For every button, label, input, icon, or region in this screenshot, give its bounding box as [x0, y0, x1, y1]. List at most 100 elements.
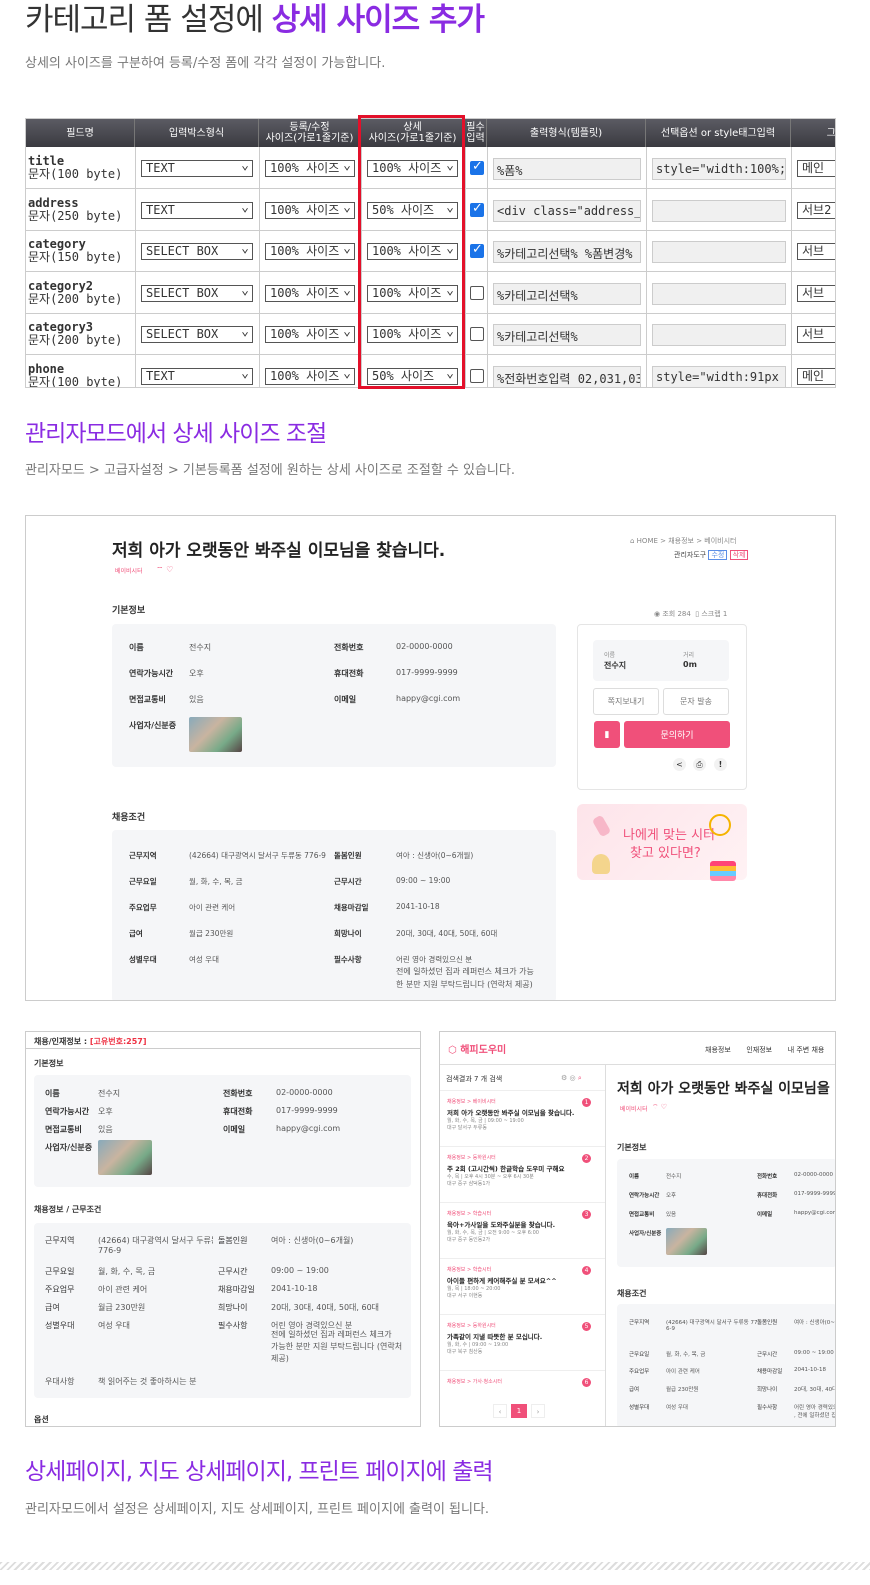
option-input[interactable]: style="width:100%;" — [652, 158, 786, 180]
send-sms-button[interactable]: 문자 발송 — [663, 688, 729, 715]
settings-icon[interactable]: ⚙ ◎ ⌕ — [561, 1074, 582, 1083]
group-select[interactable]: 서브 — [797, 284, 835, 302]
register-size-select[interactable]: 100% 사이즈 — [265, 284, 355, 302]
info-label: 이름 — [629, 1174, 640, 1180]
info-value: 있음 — [98, 1125, 113, 1134]
info-value: happy@cgi.com — [276, 1124, 341, 1133]
group-select[interactable]: 서브 — [797, 326, 835, 343]
info-value: 전수지 — [189, 643, 212, 652]
col-header: 그룹 — [791, 119, 835, 147]
print-icon[interactable]: ⎙ — [693, 758, 706, 771]
print-header: 채용/인재정보 : [고유번호:257] — [34, 1037, 147, 1046]
info-label: 이메일 — [223, 1125, 246, 1134]
info-value: 어린 영아 경력있으 — [794, 1405, 836, 1411]
list-item-sub: 대구 서구 이현동 — [447, 1293, 483, 1299]
register-size-select[interactable]: 100% 사이즈 — [265, 160, 355, 177]
info-label: 채용마감일 — [218, 1285, 255, 1294]
required-checkbox[interactable] — [470, 242, 484, 258]
divider — [0, 1562, 870, 1570]
site-logo[interactable]: ⬡ 해피도우미 — [448, 1041, 506, 1056]
option-input[interactable] — [652, 282, 786, 305]
template-input[interactable]: %카테고리선택% %폼변경% — [493, 241, 641, 263]
template-input[interactable]: %카테고리선택% — [493, 282, 641, 305]
input-type-select[interactable]: TEXT — [141, 160, 253, 177]
info-label: 사업자/신분증 — [629, 1231, 662, 1237]
option-input[interactable]: style="width:91px !impo — [652, 365, 786, 387]
info-value: (42664) 대구광역시 달서구 두류동 77 — [666, 1320, 758, 1326]
search-result-count: 검색결과 7 개 검색 — [446, 1075, 503, 1083]
share-icon[interactable]: < — [673, 758, 686, 771]
inquiry-button[interactable]: 문의하기 — [624, 721, 730, 748]
nav-talent[interactable]: 인재정보 — [746, 1046, 772, 1054]
edit-button[interactable]: 수정 — [708, 550, 728, 560]
input-type-select[interactable]: TEXT — [141, 367, 253, 385]
template-input[interactable]: %카테고리선택% — [493, 324, 641, 346]
nav-jobs[interactable]: 채용정보 — [705, 1046, 731, 1054]
register-size-select[interactable]: 100% 사이즈 — [265, 243, 355, 260]
field-type: 문자(100 byte) — [28, 167, 123, 181]
report-icon[interactable]: ! — [714, 758, 727, 771]
required-checkbox[interactable] — [470, 285, 484, 300]
info-label: 성별우대 — [45, 1321, 75, 1330]
info-label: 성별우대 — [629, 1405, 650, 1411]
view-count: ◉ 조회 284 ▯ 스크랩 1 — [654, 610, 728, 618]
info-label: 근무시간 — [757, 1352, 778, 1358]
info-label: 근무지역 — [45, 1236, 75, 1245]
field-name: phone — [28, 361, 65, 376]
field-type: 문자(250 byte) — [28, 208, 123, 223]
list-item-sub: 대구 달서구 두류동 — [447, 1125, 487, 1131]
prev-page-button[interactable]: ‹ — [493, 1404, 507, 1418]
register-size-select[interactable]: 100% 사이즈 — [265, 367, 355, 385]
option-input[interactable] — [652, 324, 786, 346]
distance-value: 0m — [683, 660, 697, 669]
field-name-cell: title 문자(100 byte) — [28, 155, 122, 181]
delete-button[interactable]: 삭제 — [729, 550, 749, 560]
top-nav: 채용정보 인재정보 내 주변 채용 — [705, 1045, 824, 1055]
option-input[interactable] — [652, 241, 786, 263]
id-card-image — [666, 1228, 707, 1255]
list-item-tag: 채용정보 > 등하원시터 — [447, 1323, 496, 1329]
required-checkbox[interactable] — [470, 327, 484, 341]
field-name-cell: category2 문자(200 byte) — [28, 278, 122, 306]
register-size-select[interactable]: 100% 사이즈 — [265, 326, 355, 343]
info-label: 이메일 — [757, 1212, 773, 1218]
info-value: 여아 : 신생아(0~6 — [794, 1320, 836, 1326]
input-type-select[interactable]: TEXT — [141, 201, 253, 219]
group-select[interactable]: 메인 — [797, 160, 835, 177]
info-value: 02-0000-0000 — [396, 642, 453, 651]
info-value: 20대, 30대, 40대, 50대, 60대 — [396, 929, 498, 938]
input-type-select[interactable]: SELECT BOX — [141, 284, 253, 302]
info-value: 09:00 ~ 19:00 — [271, 1266, 329, 1275]
option-input[interactable] — [652, 199, 786, 222]
field-name: category2 — [28, 278, 94, 293]
next-page-button[interactable]: › — [531, 1404, 545, 1418]
info-label: 연락가능시간 — [129, 669, 174, 678]
field-type: 문자(200 byte) — [28, 333, 123, 347]
bookmark-button[interactable]: ▮ — [594, 721, 620, 748]
info-label: 면접교통비 — [45, 1125, 82, 1134]
input-type-select[interactable]: SELECT BOX — [141, 243, 253, 260]
field-name-cell: phone 문자(100 byte) — [28, 361, 122, 387]
list-item-number: 4 — [582, 1266, 591, 1275]
send-message-button[interactable]: 쪽지보내기 — [593, 688, 659, 715]
group-select[interactable]: 서브2 — [797, 201, 835, 219]
template-input[interactable]: %전화번호입력 02,031,032, — [493, 365, 641, 387]
list-item-title: 저희 아가 오랫동안 봐주실 이모님을 찾습니다. — [447, 1109, 575, 1117]
preference-value: 책 읽어주는 것 좋아하시는 분 — [98, 1377, 197, 1386]
required-checkbox[interactable] — [470, 368, 484, 383]
group-select[interactable]: 메인 — [797, 367, 835, 385]
template-input[interactable]: <div class="address_01 p — [493, 199, 641, 222]
info-value: 여성 우대 — [666, 1405, 688, 1411]
group-select[interactable]: 서브 — [797, 243, 835, 260]
page-1-button[interactable]: 1 — [511, 1404, 527, 1418]
required-checkbox[interactable] — [470, 159, 484, 175]
template-input[interactable]: %폼% — [493, 158, 641, 180]
info-label: 근무시간 — [218, 1267, 248, 1276]
col-header: 입력박스형식 — [135, 119, 259, 147]
required-checkbox[interactable] — [470, 201, 484, 217]
register-size-select[interactable]: 100% 사이즈 — [265, 201, 355, 219]
info-label: 필수사항 — [757, 1405, 778, 1411]
nav-nearby[interactable]: 내 주변 채용 — [788, 1046, 825, 1054]
input-type-select[interactable]: SELECT BOX — [141, 326, 253, 343]
requirements-extra: 전에 일하셨던 집과 레퍼런스 체크가 가능 한 분만 지원 부탁드립니다 (연락… — [396, 967, 534, 989]
